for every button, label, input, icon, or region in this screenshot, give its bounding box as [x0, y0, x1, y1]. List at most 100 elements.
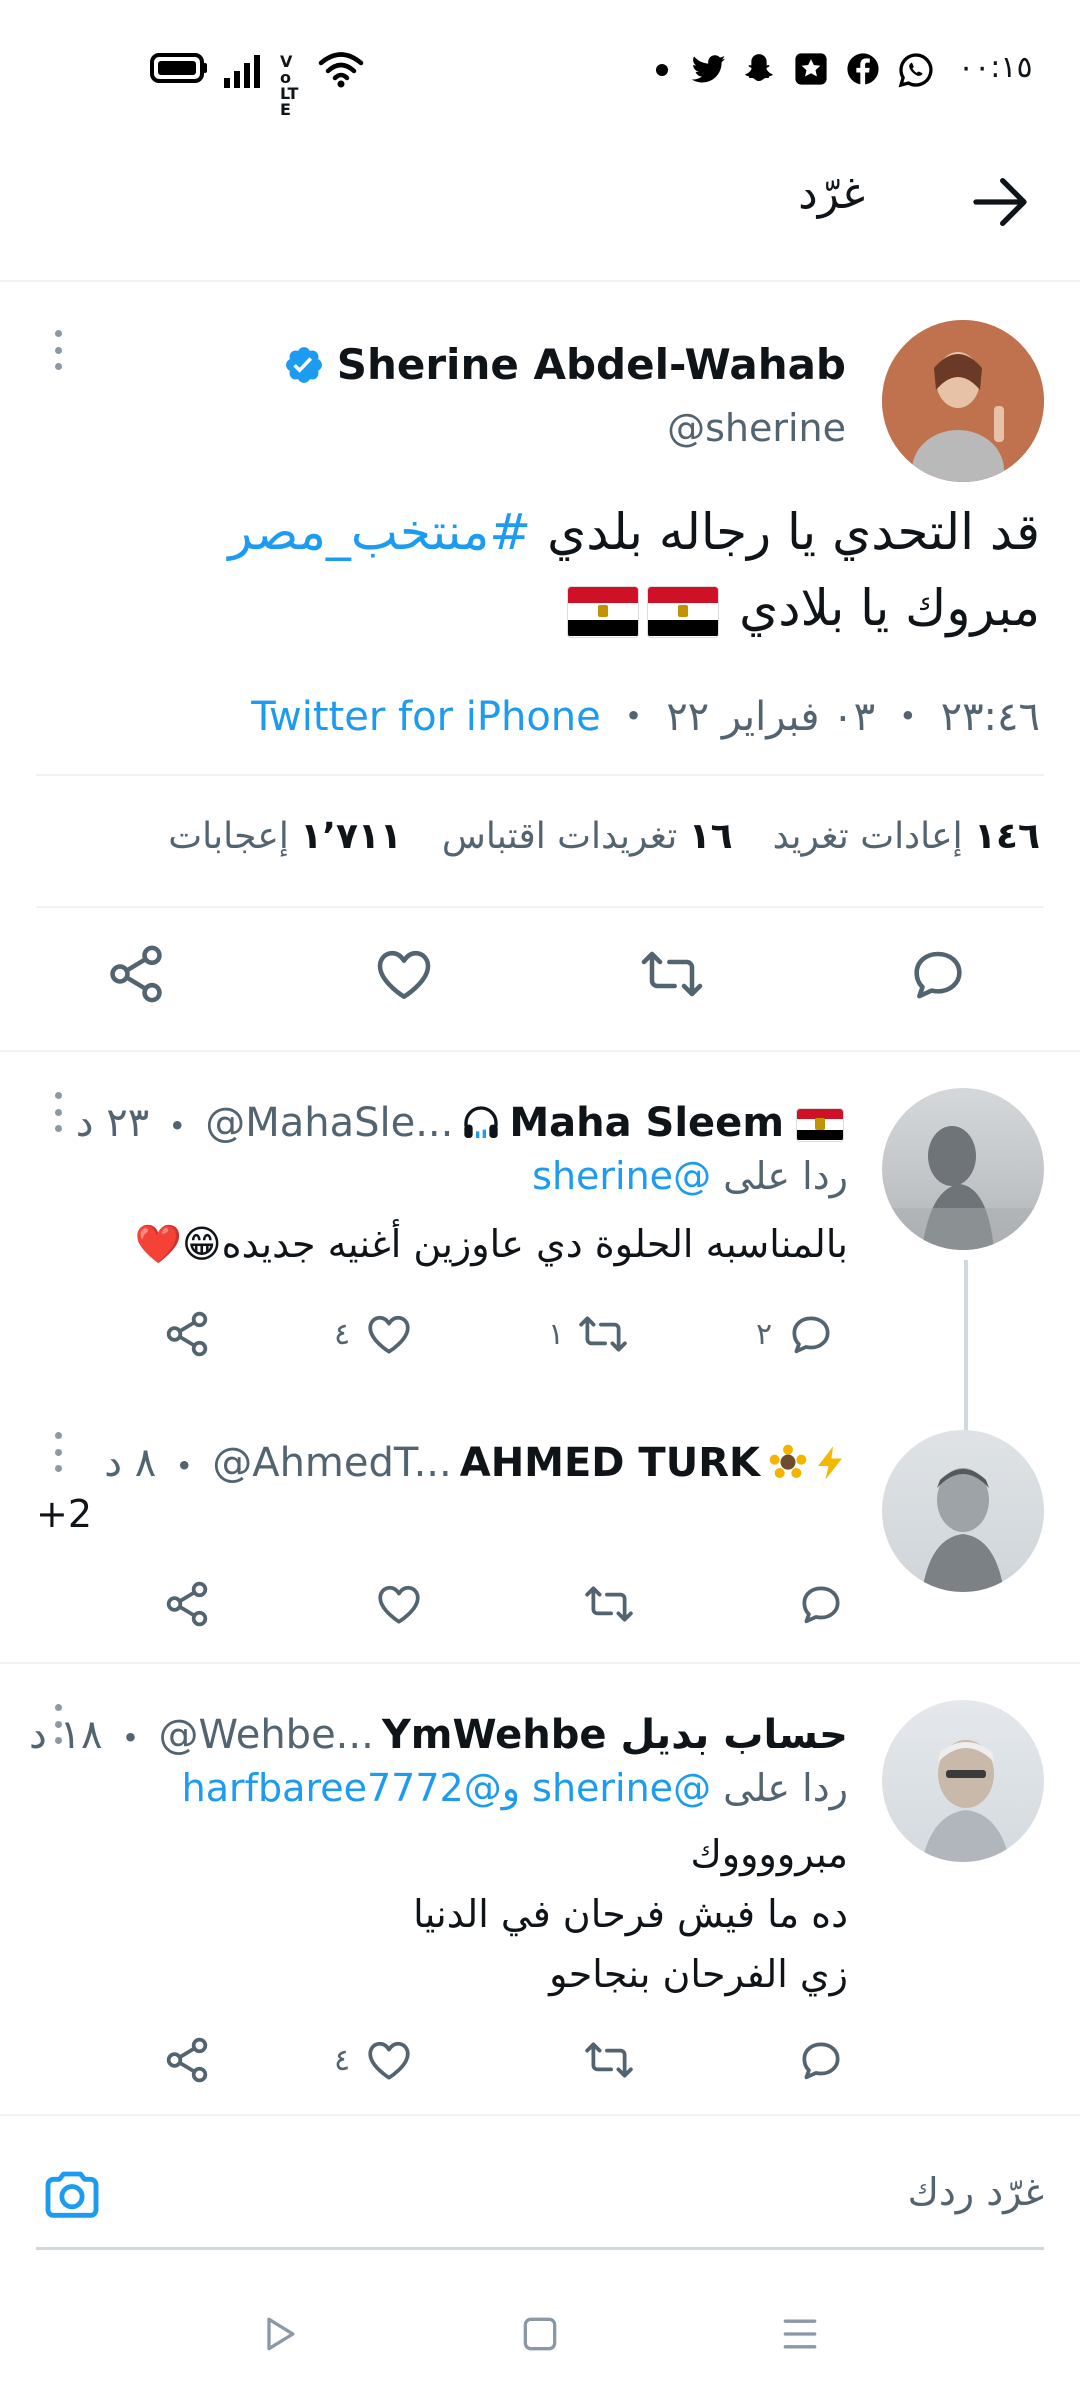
reply-actions: ٢ ١ ٤	[0, 1306, 1080, 1366]
stat-likes[interactable]: ١٬٧١١ إعجابات	[168, 816, 402, 857]
arrow-right-icon	[973, 178, 1027, 226]
share-button[interactable]	[104, 942, 168, 1006]
reply-handle[interactable]: @Wehbe...	[159, 1712, 374, 1758]
reply-icon	[802, 1586, 840, 1624]
home-nav-button[interactable]	[518, 2312, 562, 2356]
retweet-icon	[585, 1586, 633, 1622]
share-icon	[166, 1311, 208, 1357]
egypt-flag-emoji	[567, 585, 640, 638]
mention-link[interactable]: @harfbaree7772	[182, 1766, 502, 1810]
more-options-icon[interactable]	[52, 1704, 64, 1744]
stat-retweets[interactable]: ١٤٦ إعادات تغريد	[773, 816, 1040, 857]
tweet-text-part: قد التحدي يا رجاله بلدي	[547, 503, 1040, 561]
camera-button[interactable]	[40, 2162, 104, 2226]
twitter-icon	[690, 52, 728, 86]
reply-author-name[interactable]: AHMED TURK	[460, 1440, 760, 1486]
page-title: غرّد	[798, 168, 865, 219]
lightning-emoji-icon	[818, 1446, 842, 1480]
replying-to: ردا على @sherine	[532, 1154, 848, 1198]
divider	[0, 2114, 1080, 2116]
avatar[interactable]	[882, 1700, 1044, 1862]
more-options-icon[interactable]	[52, 330, 64, 370]
mention-link[interactable]: @sherine	[532, 1154, 711, 1198]
menu-nav-button[interactable]	[778, 2312, 822, 2356]
reply-text-line: زي الفرحان بنجاحو	[549, 1952, 848, 1996]
share-button[interactable]	[162, 2032, 212, 2088]
stat-quote-tweets[interactable]: ١٦ تغريدات اقتباس	[442, 816, 733, 857]
avatar-image	[922, 1468, 1004, 1592]
status-bar: Vo LTE ٠٠:١٥	[0, 0, 1080, 130]
hashtag-link[interactable]: #منتخب_مصر	[228, 503, 531, 561]
reply-icon	[914, 951, 962, 999]
reply-author-name[interactable]: Maha Sleem	[509, 1100, 784, 1146]
heart-icon	[368, 1315, 410, 1354]
share-icon	[166, 2037, 208, 2083]
reply-compose-box[interactable]: غرّد ردك	[36, 2140, 1044, 2250]
reply-text-line: ده ما فيش فرحان في الدنيا	[413, 1892, 848, 1936]
stat-label: تغريدات اقتباس	[441, 816, 678, 857]
camera-icon	[45, 2171, 99, 2218]
tweet-timestamp: ٢٣:٤٦ ・ ٠٣ فبراير ٢٢	[666, 694, 1040, 740]
main-tweet: Sherine Abdel-Wahab @sherine قد التحدي ي…	[0, 282, 1080, 1052]
reply-text-line: مبرووووك	[690, 1832, 848, 1876]
author-name[interactable]: Sherine Abdel-Wahab	[337, 340, 846, 389]
share-button[interactable]	[162, 1306, 212, 1362]
retweet-icon	[641, 951, 703, 997]
reply-handle[interactable]: @MahaSle...	[205, 1100, 453, 1146]
like-button[interactable]	[372, 942, 436, 1006]
share-button[interactable]	[162, 1576, 212, 1632]
reply-author-name[interactable]: حساب بديل YmWehbe	[382, 1712, 848, 1758]
stat-count: ١٦	[688, 816, 733, 857]
reply-button[interactable]	[796, 2032, 846, 2088]
author-handle[interactable]: @sherine	[667, 406, 846, 450]
mention-link[interactable]: @sherine	[532, 1766, 711, 1810]
stat-label: إعادات تغريد	[772, 816, 963, 857]
avatar-image	[922, 1740, 1010, 1862]
reply-tweet[interactable]: Maha Sleem @MahaSle... ・ ٢٣ د ردا على @s…	[0, 1052, 1080, 1440]
meta-separator: ・	[164, 1444, 205, 1490]
reply-header: AHMED TURK @AhmedT... ・ ٨ د	[104, 1434, 848, 1492]
reply-icon	[802, 2042, 840, 2080]
reply-button[interactable]	[906, 942, 970, 1006]
meta-separator: ・	[110, 1716, 151, 1762]
heart-icon	[368, 2041, 410, 2080]
retweet-button[interactable]	[640, 942, 704, 1006]
avatar[interactable]	[882, 1430, 1044, 1592]
reply-tweet[interactable]: AHMED TURK @AhmedT... ・ ٨ د +2	[0, 1392, 1080, 1662]
retweet-button[interactable]: ١	[548, 1306, 628, 1362]
reply-button[interactable]	[796, 1576, 846, 1632]
retweet-button[interactable]	[584, 1576, 634, 1632]
reply-button[interactable]: ٢	[756, 1306, 836, 1362]
menu-lines-icon	[783, 2319, 817, 2349]
meta-separator: ・	[157, 1104, 198, 1150]
reply-tweet[interactable]: حساب بديل YmWehbe @Wehbe... ・ ١٨ د ردا ع…	[0, 1664, 1080, 2114]
stat-label: إعجابات	[168, 816, 289, 857]
replying-to: ردا على @sherine و@harfbaree7772	[182, 1766, 848, 1810]
reply-text: بالمناسبه الحلوة دي عاوزين أغنيه جديده😁❤…	[135, 1214, 848, 1274]
reply-time: ١٨ د	[29, 1712, 103, 1758]
back-button[interactable]	[968, 170, 1032, 234]
headphones-emoji-icon	[461, 1103, 501, 1143]
heart-icon	[378, 1585, 420, 1624]
back-nav-button[interactable]	[258, 2312, 302, 2356]
facebook-icon	[846, 52, 880, 86]
like-button[interactable]: ٤	[334, 2032, 414, 2088]
tweet-meta: ٢٣:٤٦ ・ ٠٣ فبراير ٢٢ ・ Twitter for iPhon…	[251, 684, 1040, 742]
share-icon	[110, 945, 162, 1003]
reply-count: ٢	[756, 1316, 773, 1352]
tweet-actions	[0, 942, 1080, 1022]
reply-handle[interactable]: @AhmedT...	[212, 1440, 452, 1486]
retweet-button[interactable]	[584, 2032, 634, 2088]
like-button[interactable]: ٤	[334, 1306, 414, 1362]
more-options-icon[interactable]	[52, 1092, 64, 1132]
avatar[interactable]	[882, 1088, 1044, 1250]
tweet-source-link[interactable]: Twitter for iPhone	[251, 694, 601, 740]
heart-icon	[377, 950, 431, 999]
avatar[interactable]	[882, 320, 1044, 482]
app-icon	[794, 52, 828, 86]
replying-conjunction: و	[501, 1766, 521, 1810]
snapchat-icon	[742, 52, 776, 86]
more-options-icon[interactable]	[52, 1432, 64, 1472]
compose-placeholder[interactable]: غرّد ردك	[908, 2170, 1044, 2214]
like-button[interactable]	[374, 1576, 424, 1632]
